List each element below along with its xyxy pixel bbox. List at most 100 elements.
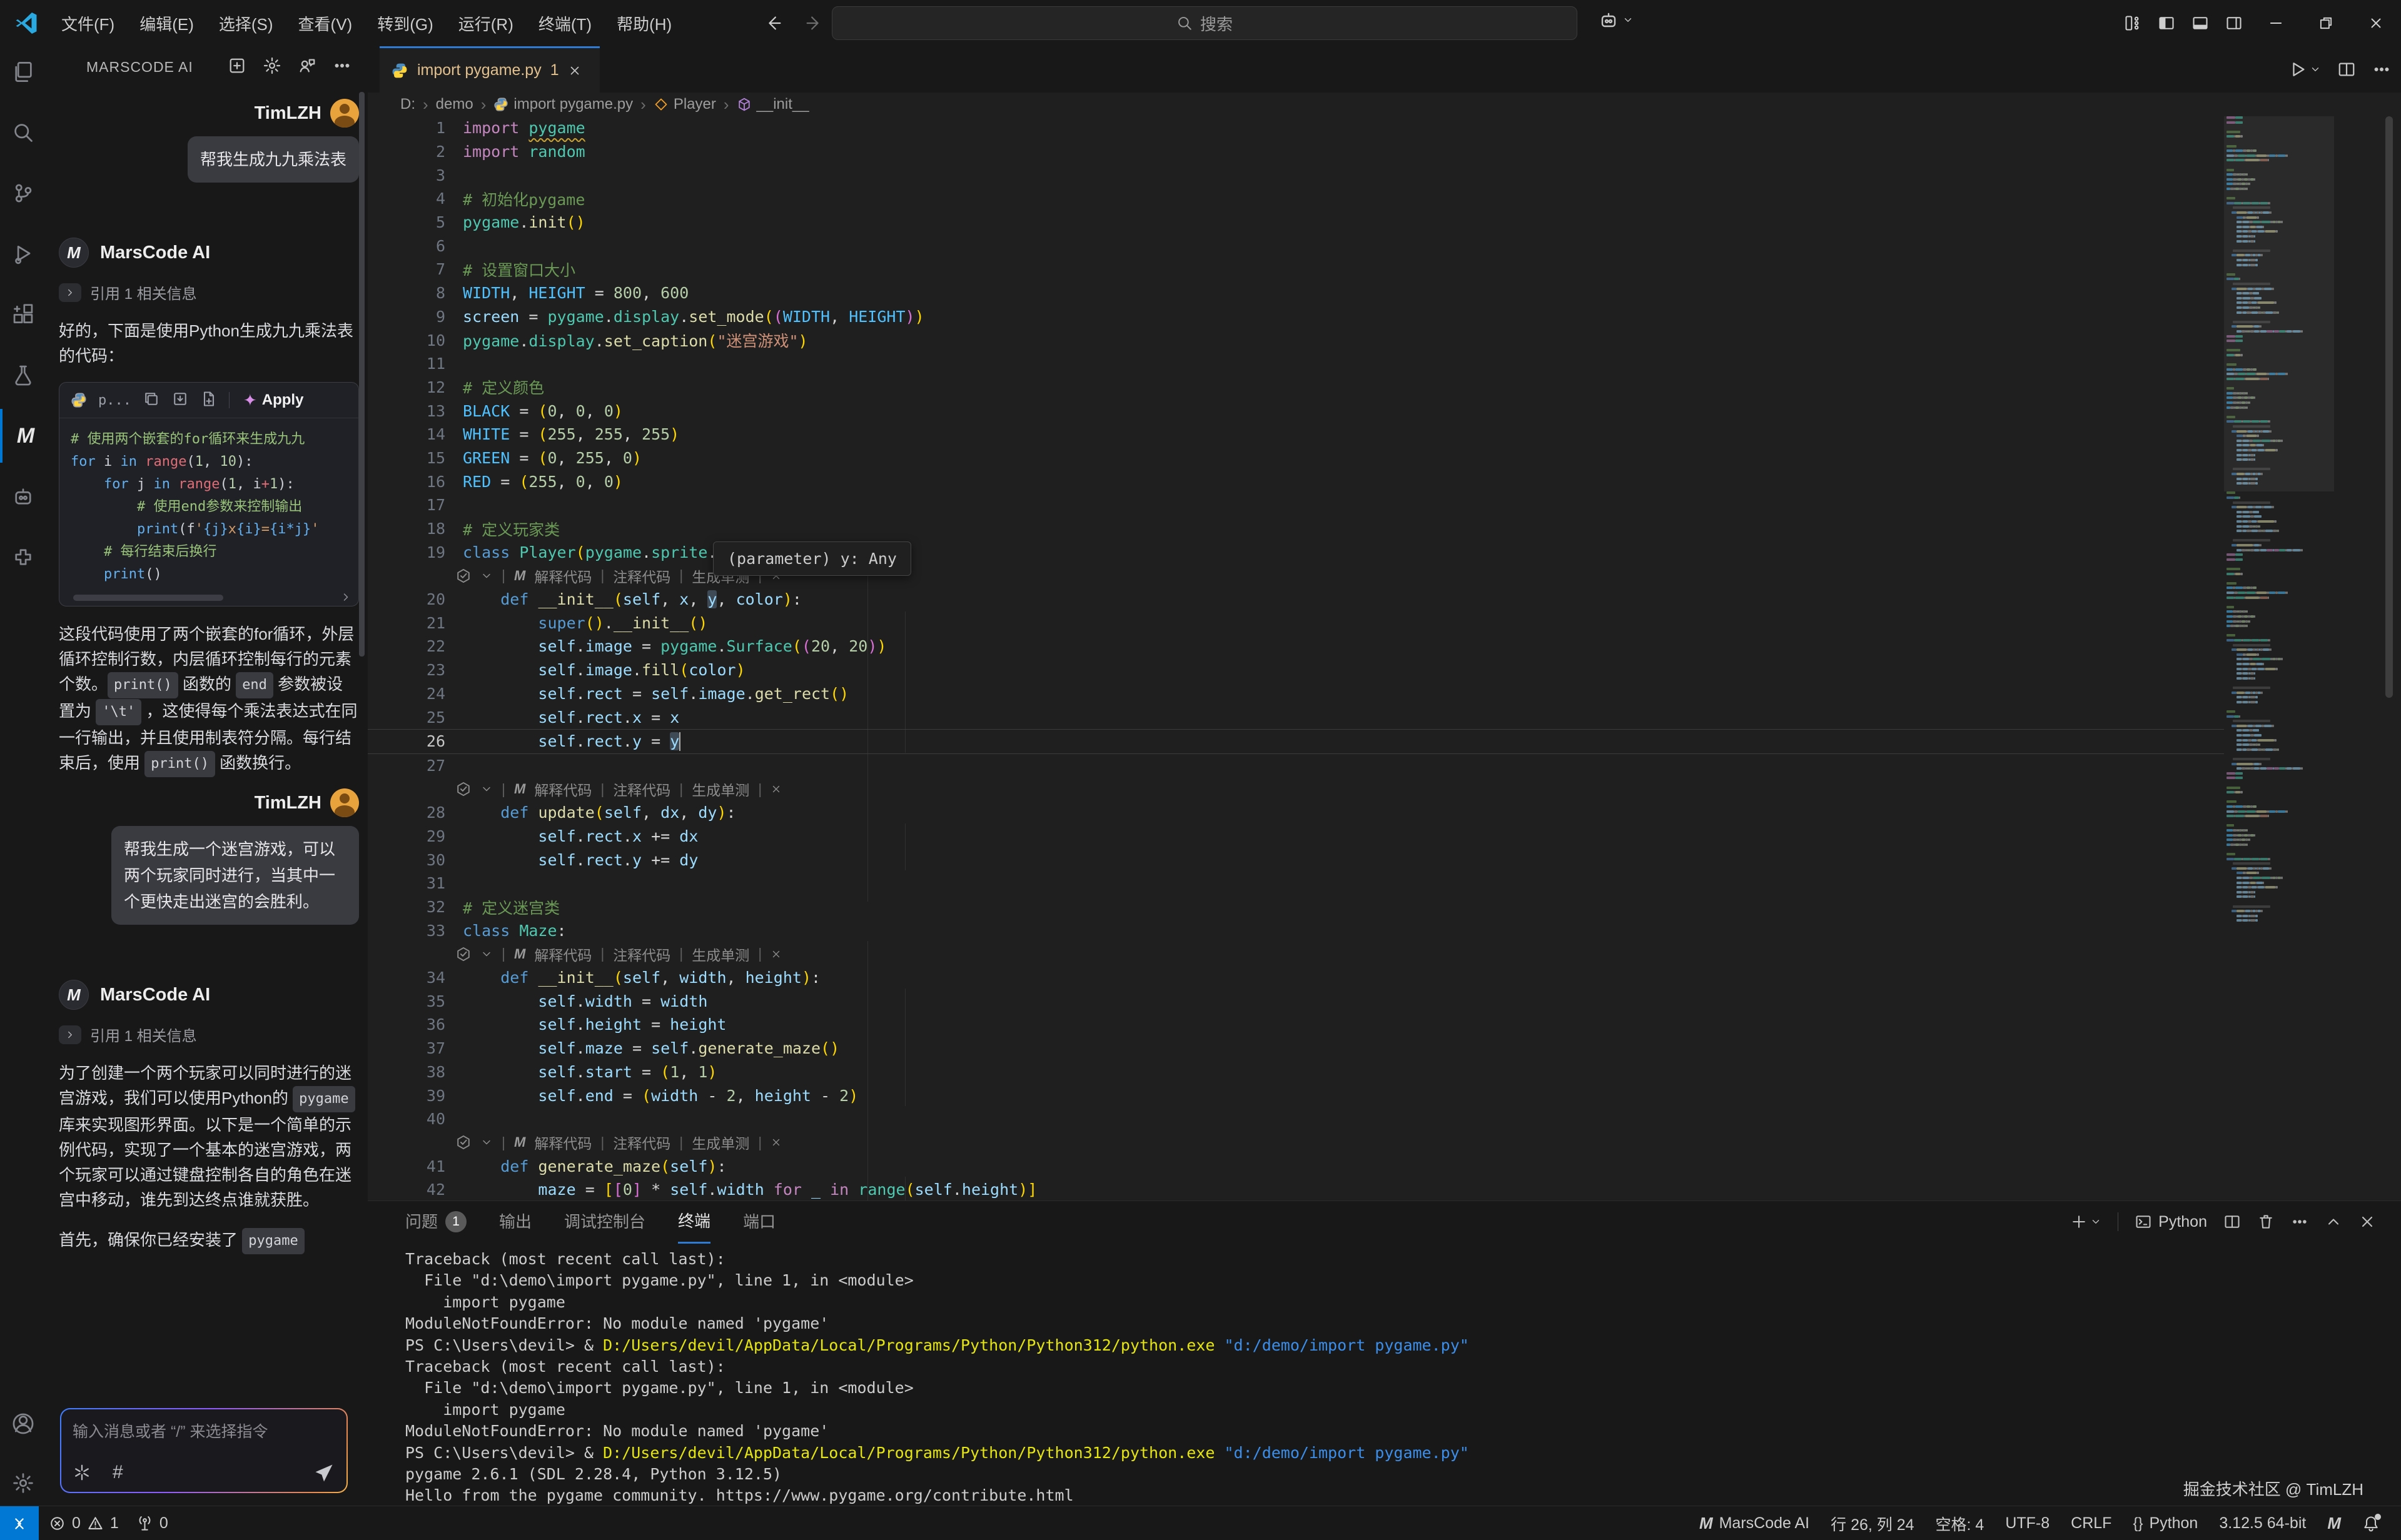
lens-action-1[interactable]: 注释代码	[613, 778, 670, 800]
panel-tab-4[interactable]: 端口	[743, 1201, 776, 1242]
breadcrumb-item-2[interactable]: import pygame.py	[493, 96, 633, 113]
code-line-9[interactable]: 9screen = pygame.display.set_mode((WIDTH…	[368, 305, 2224, 329]
code-line-1[interactable]: 1import pygame	[368, 116, 2224, 140]
lens-action-1[interactable]: 注释代码	[613, 565, 670, 586]
insert-icon[interactable]	[171, 390, 189, 411]
code-line-6[interactable]: 6	[368, 234, 2224, 258]
feedback-icon[interactable]	[298, 56, 316, 78]
status-item-bell[interactable]	[2362, 1515, 2380, 1532]
panel-tab-2[interactable]: 调试控制台	[564, 1201, 645, 1242]
minimize-button[interactable]	[2251, 0, 2301, 46]
breadcrumb-item-3[interactable]: Player	[654, 96, 716, 113]
code-line-2[interactable]: 2import random	[368, 140, 2224, 164]
code-line-29[interactable]: 29 self.rect.x += dx	[368, 825, 2224, 848]
lens-action-0[interactable]: 解释代码	[534, 565, 592, 586]
copy-icon[interactable]	[143, 390, 160, 411]
menu-item-0[interactable]: 文件(F)	[49, 6, 127, 41]
menu-item-4[interactable]: 转到(G)	[365, 6, 446, 41]
close-panel-icon[interactable]	[2358, 1213, 2376, 1230]
lens-action-2[interactable]: 生成单测	[692, 1132, 749, 1153]
activity-item-testing[interactable]	[0, 348, 46, 402]
code-line-8[interactable]: 8WIDTH, HEIGHT = 800, 600	[368, 281, 2224, 305]
activity-item-search[interactable]	[0, 106, 46, 159]
panel-tab-3[interactable]: 终端	[678, 1200, 710, 1244]
activity-item-settings[interactable]	[0, 1456, 46, 1510]
codelens-row[interactable]: |M解释代码|注释代码|生成单测|	[368, 564, 2224, 588]
status-item-utf-8[interactable]: UTF-8	[2005, 1514, 2050, 1532]
context-hash-icon[interactable]: #	[113, 1462, 123, 1483]
panel-tab-1[interactable]: 输出	[499, 1201, 532, 1242]
lens-action-0[interactable]: 解释代码	[534, 1132, 592, 1153]
back-arrow-icon[interactable]	[764, 14, 783, 33]
code-line-34[interactable]: 34 def __init__(self, width, height):	[368, 966, 2224, 990]
close-button[interactable]	[2351, 0, 2401, 46]
code-line-26[interactable]: 26 self.rect.y = y	[368, 729, 2224, 754]
lens-action-0[interactable]: 解释代码	[534, 778, 592, 800]
code-line-41[interactable]: 41 def generate_maze(self):	[368, 1154, 2224, 1178]
status-item-marscode-ai[interactable]: MMarsCode AI	[1699, 1514, 1809, 1533]
code-line-3[interactable]: 3	[368, 163, 2224, 187]
toggle-panel-icon[interactable]	[2183, 0, 2217, 46]
breadcrumb[interactable]: D:›demo›import pygame.py›Player›__init__	[368, 93, 2401, 116]
terminal-profile-dropdown-icon[interactable]	[2090, 1216, 2101, 1227]
code-line-7[interactable]: 7# 设置窗口大小	[368, 258, 2224, 281]
code-line-22[interactable]: 22 self.image = pygame.Surface((20, 20))	[368, 635, 2224, 658]
split-terminal-icon[interactable]	[2223, 1213, 2241, 1230]
code-line-14[interactable]: 14WHITE = (255, 255, 255)	[368, 423, 2224, 446]
reference-row[interactable]: 引用 1 相关信息	[59, 281, 359, 303]
panel-tab-0[interactable]: 问题1	[405, 1201, 467, 1242]
activity-item-scm[interactable]	[0, 166, 46, 220]
run-dropdown-icon[interactable]	[2310, 64, 2321, 75]
more-actions-icon[interactable]	[2372, 60, 2391, 79]
kill-terminal-icon[interactable]	[2257, 1213, 2275, 1230]
activity-item-extensions[interactable]	[0, 288, 46, 341]
code-line-39[interactable]: 39 self.end = (width - 2, height - 2)	[368, 1084, 2224, 1107]
code-line-18[interactable]: 18# 定义玩家类	[368, 517, 2224, 541]
toggle-sidebar-icon[interactable]	[2150, 0, 2183, 46]
terminal-output[interactable]: Traceback (most recent call last): File …	[405, 1249, 2375, 1506]
ai-chat-button[interactable]	[1599, 10, 1634, 30]
more-icon[interactable]	[333, 56, 351, 78]
codelens-row[interactable]: |M解释代码|注释代码|生成单测|	[368, 1131, 2224, 1155]
code-line-40[interactable]: 40	[368, 1107, 2224, 1131]
code-line-28[interactable]: 28 def update(self, dx, dy):	[368, 801, 2224, 825]
new-terminal-button[interactable]	[2070, 1213, 2101, 1230]
code-line-5[interactable]: 5pygame.init()	[368, 211, 2224, 234]
status-item--26-24[interactable]: 行 26, 列 24	[1831, 1512, 1914, 1535]
status-item-3-12-5-64-bit[interactable]: 3.12.5 64-bit	[2219, 1514, 2306, 1532]
chat-history[interactable]: TimLZH帮我生成九九乘法表MMarsCode AI引用 1 相关信息好的，下…	[59, 88, 359, 1408]
menu-item-3[interactable]: 查看(V)	[286, 6, 365, 41]
search-input[interactable]: 搜索	[832, 6, 1577, 40]
sidebar-scrollbar[interactable]	[359, 92, 365, 657]
split-editor-icon[interactable]	[2337, 60, 2356, 79]
codelens-row[interactable]: |M解释代码|注释代码|生成单测|	[368, 777, 2224, 801]
code-line-19[interactable]: 19class Player(pygame.sprite.Sprite):	[368, 540, 2224, 564]
code-line-27[interactable]: 27	[368, 754, 2224, 778]
minimap[interactable]	[2224, 116, 2334, 1054]
code-line-20[interactable]: 20 def __init__(self, x, y, color):	[368, 588, 2224, 611]
settings-icon[interactable]	[263, 56, 281, 78]
ports-status[interactable]: 0	[136, 1514, 168, 1532]
code-line-36[interactable]: 36 self.height = height	[368, 1013, 2224, 1037]
maximize-panel-icon[interactable]	[2325, 1213, 2342, 1230]
editor-scrollbar[interactable]	[2385, 116, 2393, 698]
lens-action-1[interactable]: 注释代码	[613, 1132, 670, 1153]
code-line-12[interactable]: 12# 定义颜色	[368, 376, 2224, 400]
scroll-right-icon[interactable]	[340, 591, 352, 606]
code-line-15[interactable]: 15GREEN = (0, 255, 0)	[368, 446, 2224, 470]
menu-item-6[interactable]: 终端(T)	[526, 6, 604, 41]
code-line-38[interactable]: 38 self.start = (1, 1)	[368, 1060, 2224, 1084]
codelens-row[interactable]: |M解释代码|注释代码|生成单测|	[368, 942, 2224, 966]
breadcrumb-item-0[interactable]: D:	[400, 96, 415, 113]
breadcrumb-item-4[interactable]: __init__	[737, 96, 809, 113]
code-line-42[interactable]: 42 maze = [[0] * self.width for _ in ran…	[368, 1178, 2224, 1200]
status-item-crlf[interactable]: CRLF	[2071, 1514, 2111, 1532]
lens-action-1[interactable]: 注释代码	[613, 944, 670, 965]
apply-button[interactable]: ✦Apply	[243, 391, 303, 410]
customize-layout-icon[interactable]	[2116, 0, 2150, 46]
new-chat-icon[interactable]	[228, 56, 246, 78]
code-line-10[interactable]: 10pygame.display.set_caption("迷宫游戏")	[368, 328, 2224, 352]
code-line-4[interactable]: 4# 初始化pygame	[368, 187, 2224, 211]
code-line-31[interactable]: 31	[368, 872, 2224, 895]
status-item--4[interactable]: 空格: 4	[1936, 1512, 1984, 1535]
